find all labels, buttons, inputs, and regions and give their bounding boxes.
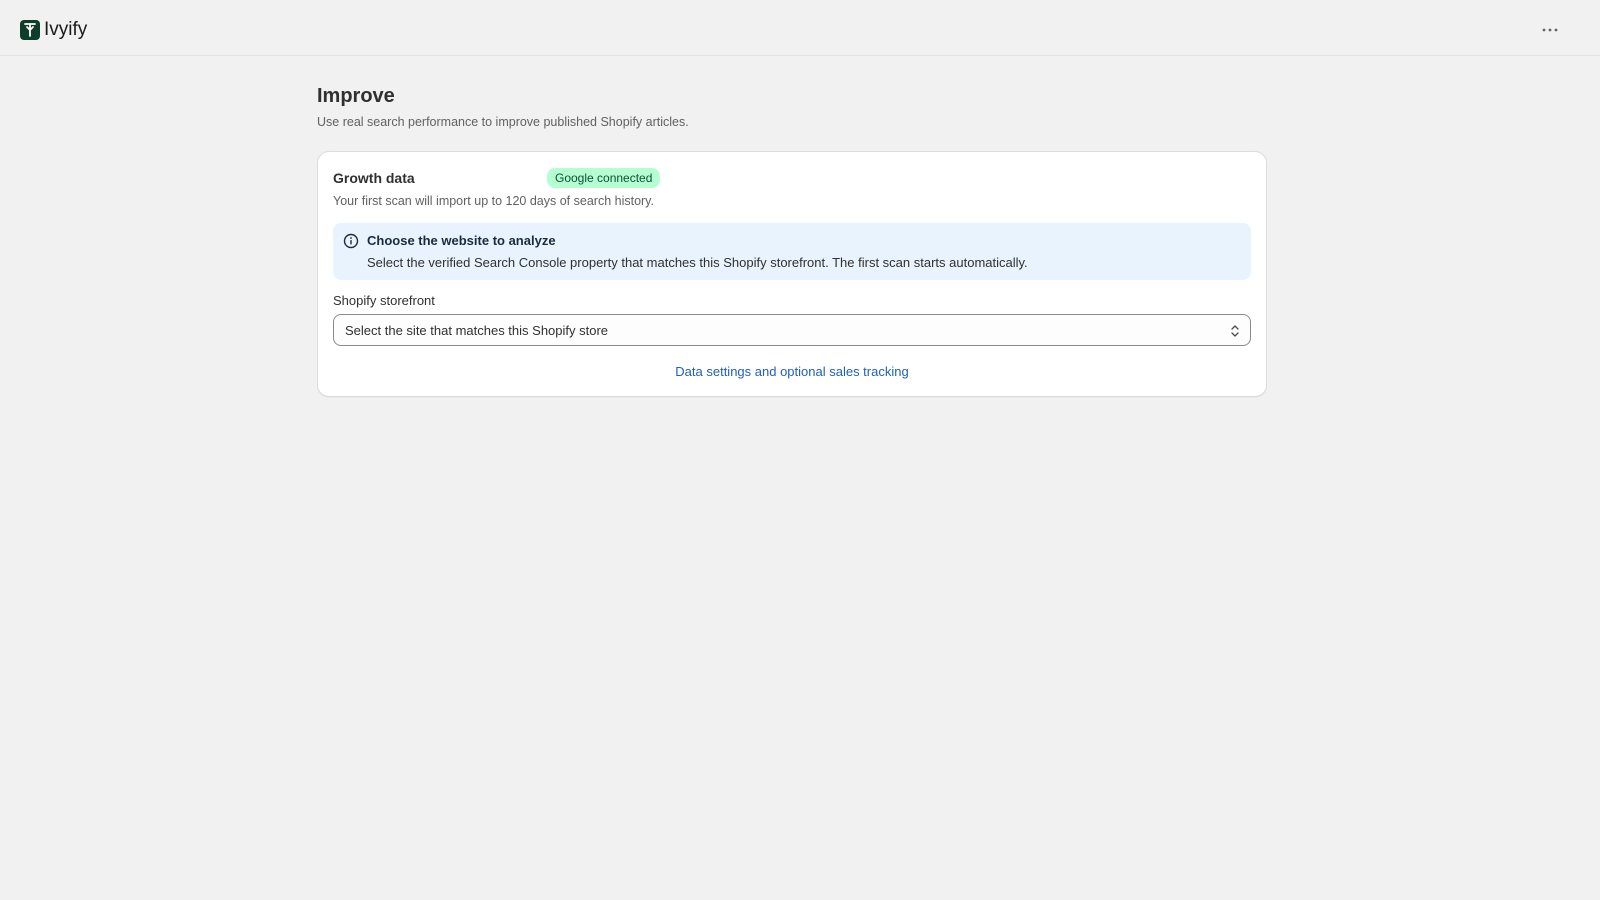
page-header: Improve Use real search performance to i… xyxy=(317,82,1267,131)
banner-text: Select the verified Search Console prope… xyxy=(367,255,1028,270)
data-settings-link[interactable]: Data settings and optional sales trackin… xyxy=(675,364,908,379)
top-bar: Ivyify xyxy=(0,0,1600,56)
storefront-select-value: Select the site that matches this Shopif… xyxy=(345,323,609,338)
settings-link-row: Data settings and optional sales trackin… xyxy=(318,363,1266,381)
page-subtitle: Use real search performance to improve p… xyxy=(317,115,689,129)
status-badge: Google connected xyxy=(547,168,661,188)
app-brand[interactable]: Ivyify xyxy=(20,19,87,41)
more-actions-button[interactable] xyxy=(1538,22,1562,38)
card-description: Your first scan will import up to 120 da… xyxy=(333,194,654,208)
info-banner: Choose the website to analyze Select the… xyxy=(333,223,1251,280)
card-title: Growth data xyxy=(333,170,415,186)
storefront-select[interactable]: Select the site that matches this Shopif… xyxy=(333,314,1251,346)
banner-title: Choose the website to analyze xyxy=(367,233,556,248)
info-icon xyxy=(343,233,359,249)
storefront-field-label: Shopify storefront xyxy=(333,293,435,308)
app-name: Ivyify xyxy=(44,19,88,40)
ellipsis-horizontal-icon xyxy=(1542,28,1558,32)
select-chevrons-icon xyxy=(1231,325,1239,337)
growth-data-card: Growth data Google connected Your first … xyxy=(317,151,1267,397)
app-logo-icon xyxy=(20,20,40,40)
page-title: Improve xyxy=(317,85,395,107)
